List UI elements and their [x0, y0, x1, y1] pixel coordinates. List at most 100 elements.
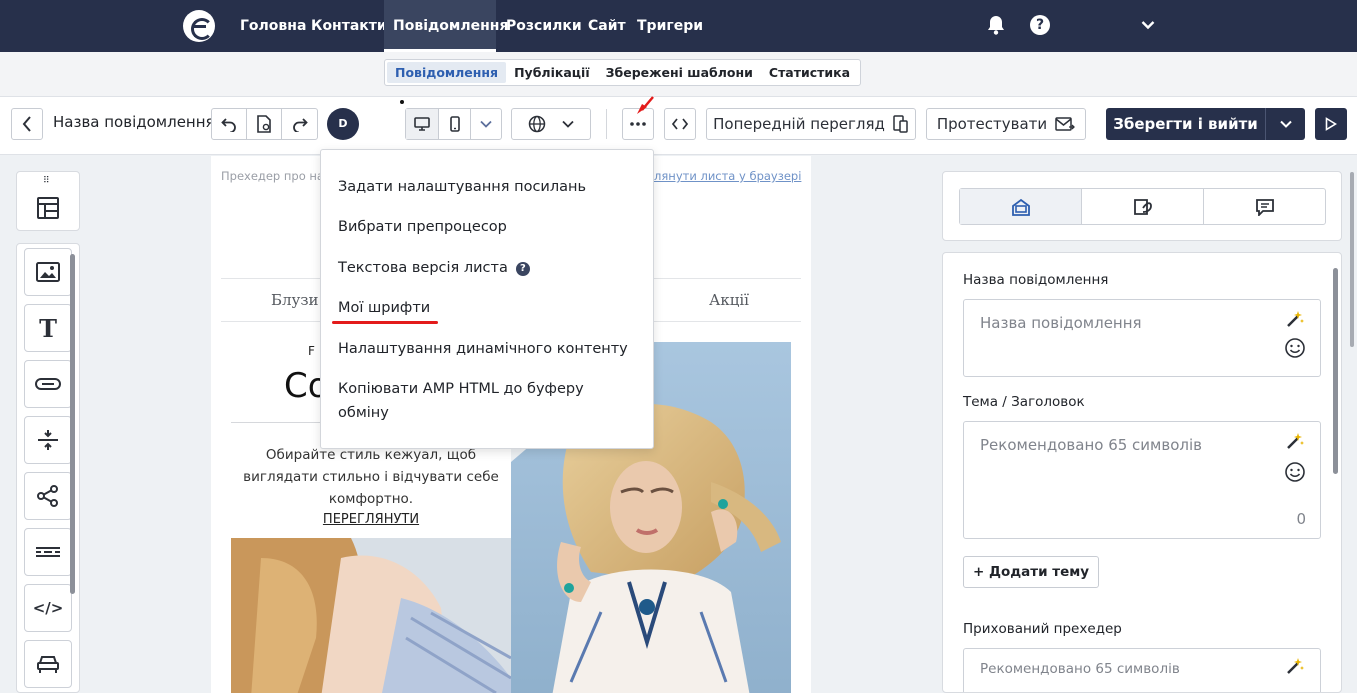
version-button[interactable] [247, 109, 282, 139]
bell-icon[interactable] [985, 14, 1007, 36]
button-icon [35, 378, 61, 390]
magic-wand-icon[interactable] [1284, 655, 1306, 677]
emoji-icon[interactable] [1284, 337, 1306, 359]
device-dropdown-button[interactable] [471, 109, 501, 139]
menu-item-text-version[interactable]: Текстова версія листа? [338, 256, 530, 280]
redo-button[interactable] [282, 109, 317, 139]
sub-navigation: Повідомлення Публікації Збережені шаблон… [384, 59, 862, 86]
email-body-text: Обирайте стиль кежуал, щоб виглядати сти… [243, 447, 499, 507]
nav-item-contacts[interactable]: Контакти [302, 0, 396, 52]
subnav-saved-templates[interactable]: Збережені шаблони [598, 62, 761, 83]
avatar[interactable]: D [327, 108, 359, 140]
save-and-exit-group: Зберегти і вийти [1106, 108, 1305, 140]
help-icon[interactable]: ? [1029, 14, 1051, 36]
paint-icon [1133, 198, 1152, 215]
comment-icon [1255, 198, 1274, 216]
button-block[interactable] [24, 360, 72, 408]
chevron-down-icon [562, 120, 574, 128]
menu-block[interactable] [24, 640, 72, 688]
annotation-arrow-icon [637, 96, 654, 114]
subject-label: Тема / Заголовок [963, 394, 1085, 410]
message-name-title: Назва повідомлення [53, 113, 215, 131]
settings-tabs-panel [942, 171, 1342, 241]
divider-icon [36, 547, 60, 557]
subject-field[interactable]: Рекомендовано 65 символів 0 [963, 421, 1321, 539]
spacer-icon [38, 430, 58, 450]
highlight-underline [332, 321, 438, 324]
magic-wand-icon[interactable] [1284, 308, 1306, 330]
view-cta-link[interactable]: ПЕРЕГЛЯНУТИ [231, 512, 511, 527]
html-block[interactable]: </> [24, 584, 72, 632]
email-menu-item-sales[interactable]: Акції [709, 291, 749, 309]
emoji-icon[interactable] [1284, 461, 1306, 483]
mobile-icon [449, 116, 460, 132]
page-scrollbar[interactable] [1350, 172, 1354, 347]
mail-icon [1055, 117, 1076, 131]
test-button[interactable]: Протестувати [926, 108, 1086, 140]
nav-item-campaigns[interactable]: Розсилки [497, 0, 591, 52]
name-field[interactable]: Назва повідомлення [963, 299, 1321, 377]
play-icon [1325, 117, 1337, 131]
email-settings-form: Назва повідомлення Назва повідомлення Те… [942, 252, 1342, 693]
send-button[interactable] [1315, 108, 1347, 140]
nav-item-triggers[interactable]: Тригери [628, 0, 712, 52]
view-in-browser-link[interactable]: глянути листа у браузері [648, 169, 801, 183]
text-block[interactable]: T [24, 304, 72, 352]
nav-item-site[interactable]: Сайт [579, 0, 635, 52]
menu-item-preprocessor[interactable]: Вибрати препроцесор [338, 215, 507, 239]
language-select[interactable] [511, 108, 591, 140]
save-and-exit-button[interactable]: Зберегти і вийти [1106, 108, 1266, 140]
add-subject-button[interactable]: + Додати тему [963, 556, 1099, 588]
code-view-button[interactable] [664, 108, 696, 140]
social-block[interactable] [24, 472, 72, 520]
undo-button[interactable] [212, 109, 247, 139]
menu-item-copy-amp[interactable]: Копіювати AMP HTML до буферу обміну [338, 377, 584, 425]
magic-wand-icon[interactable] [1284, 430, 1306, 452]
spacer-block[interactable] [24, 416, 72, 464]
drag-handle-icon[interactable]: ⠿ [43, 176, 50, 186]
subnav-statistics[interactable]: Статистика [761, 62, 858, 83]
preheader-placeholder: Рекомендовано 65 символів [980, 661, 1180, 677]
globe-icon [528, 115, 546, 133]
email-menu-item-blouses[interactable]: Блузи [271, 291, 319, 309]
tab-email-settings[interactable] [960, 189, 1082, 224]
text-icon: T [39, 313, 57, 343]
status-dot [400, 100, 404, 104]
help-icon[interactable]: ? [515, 262, 530, 276]
menu-icon [37, 656, 59, 673]
device-group [405, 108, 502, 140]
preheader-text: Прехедер про най [221, 169, 332, 183]
copy-amp-line-1: Копіювати AMP HTML до буферу [338, 381, 584, 397]
chevron-down-icon[interactable] [1137, 14, 1159, 36]
menu-item-my-fonts[interactable]: Мої шрифти [338, 296, 430, 320]
desktop-icon [414, 117, 430, 131]
preview-button[interactable]: Попередній перегляд [706, 108, 916, 140]
html-icon: </> [32, 599, 64, 617]
menu-item-dynamic-content[interactable]: Налаштування динамічного контенту [338, 337, 628, 361]
save-options-button[interactable] [1266, 108, 1305, 140]
structure-panel: ⠿ [16, 171, 80, 231]
tab-style[interactable] [1082, 189, 1204, 224]
model-photo-left [231, 538, 511, 693]
blocks-scrollbar[interactable] [70, 254, 75, 594]
settings-scrollbar[interactable] [1333, 268, 1338, 474]
back-button[interactable] [11, 108, 43, 140]
subnav-publications[interactable]: Публікації [506, 62, 598, 83]
text-version-label: Текстова версія листа [338, 260, 508, 276]
subnav-messages[interactable]: Повідомлення [387, 62, 507, 83]
divider-block[interactable] [24, 528, 72, 576]
tab-comments[interactable] [1204, 189, 1325, 224]
nav-item-messages[interactable]: Повідомлення [384, 0, 508, 52]
character-counter: 0 [1296, 510, 1306, 528]
preheader-field[interactable]: Рекомендовано 65 символів [963, 648, 1321, 692]
file-icon [257, 115, 271, 133]
layout-icon[interactable] [36, 196, 60, 224]
copy-amp-line-2: обміну [338, 405, 389, 421]
image-block[interactable] [24, 248, 72, 296]
desktop-view-button[interactable] [406, 109, 439, 139]
mobile-view-button[interactable] [439, 109, 471, 139]
more-icon [630, 122, 646, 126]
logo-icon[interactable] [183, 10, 215, 42]
menu-item-link-settings[interactable]: Задати налаштування посилань [338, 175, 586, 199]
chevron-down-icon [1279, 120, 1292, 128]
